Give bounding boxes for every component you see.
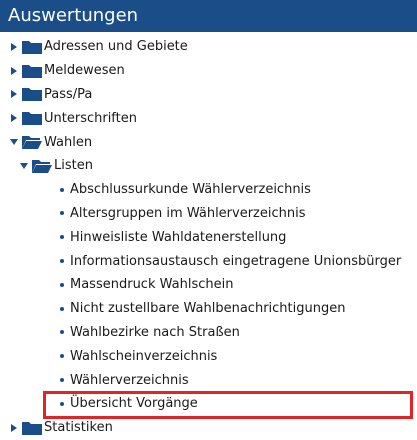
report-link-uebersicht-vorgaenge[interactable]: Übersicht Vorgänge (0, 392, 417, 416)
folder-closed-icon (22, 421, 42, 435)
report-link-label: Wahlscheinverzeichnis (70, 348, 218, 364)
report-link-label: Abschlussurkunde Wählerverzeichnis (70, 182, 311, 198)
caret-right-icon[interactable] (10, 90, 18, 99)
bullet-icon (60, 235, 64, 240)
tree-node-unterschriften[interactable]: Unterschriften (0, 106, 417, 130)
report-link-massendruck[interactable]: Massendruck Wahlschein (0, 273, 417, 297)
bullet-icon (60, 187, 64, 192)
bullet-icon (60, 330, 64, 335)
tree-node-label: Meldewesen (44, 63, 125, 79)
report-link-abschlussurkunde[interactable]: Abschlussurkunde Wählerverzeichnis (0, 178, 417, 202)
report-link-label: Nicht zustellbare Wahlbenachrichtigungen (70, 301, 346, 317)
report-link-altersgruppen[interactable]: Altersgruppen im Wählerverzeichnis (0, 202, 417, 226)
tree-node-meldewesen[interactable]: Meldewesen (0, 59, 417, 83)
report-link-label: Massendruck Wahlschein (70, 277, 234, 293)
bullet-icon (60, 306, 64, 311)
tree-node-label: Pass/Pa (44, 86, 93, 102)
caret-down-icon[interactable] (20, 162, 28, 170)
report-link-wahlbezirke[interactable]: Wahlbezirke nach Straßen (0, 321, 417, 345)
folder-closed-icon (22, 87, 42, 102)
report-link-label: Übersicht Vorgänge (70, 396, 198, 412)
report-link-label: Informationsaustausch eingetragene Union… (70, 253, 402, 269)
report-link-label: Wahlbezirke nach Straßen (70, 324, 240, 340)
tree-node-pass[interactable]: Pass/Pa (0, 83, 417, 107)
bullet-icon (60, 282, 64, 287)
bullet-icon (60, 401, 64, 406)
tree-node-adressen[interactable]: Adressen und Gebiete (0, 35, 417, 59)
report-link-nicht-zustellbare[interactable]: Nicht zustellbare Wahlbenachrichtigungen (0, 297, 417, 321)
tree-node-label: Wahlen (44, 134, 93, 150)
tree-node-label: Adressen und Gebiete (44, 39, 188, 55)
report-link-wahlscheinverzeichnis[interactable]: Wahlscheinverzeichnis (0, 344, 417, 368)
bullet-icon (60, 259, 64, 264)
bullet-icon (60, 211, 64, 216)
report-link-hinweisliste[interactable]: Hinweisliste Wahldatenerstellung (0, 225, 417, 249)
caret-right-icon[interactable] (10, 66, 18, 75)
caret-right-icon[interactable] (10, 423, 18, 432)
tree-node-label: Listen (54, 158, 93, 174)
tree-node-listen[interactable]: Listen (0, 154, 417, 178)
folder-open-icon (32, 159, 52, 173)
folder-closed-icon (22, 111, 42, 126)
caret-right-icon[interactable] (10, 114, 18, 123)
report-link-label: Hinweisliste Wahldatenerstellung (70, 229, 287, 245)
report-link-label: Wählerverzeichnis (70, 372, 189, 388)
panel-header: Auswertungen (0, 0, 417, 32)
folder-open-icon (22, 135, 42, 150)
tree-node-wahlen[interactable]: Wahlen (0, 130, 417, 154)
report-link-informationsaustausch[interactable]: Informationsaustausch eingetragene Union… (0, 249, 417, 273)
bullet-icon (60, 378, 64, 383)
tree-node-label: Statistiken (44, 420, 113, 436)
report-link-label: Altersgruppen im Wählerverzeichnis (70, 205, 306, 221)
report-link-waehlerverzeichnis[interactable]: Wählerverzeichnis (0, 368, 417, 392)
report-tree: Adressen und Gebiete Meldewesen Pass/Pa … (0, 35, 417, 440)
caret-down-icon[interactable] (10, 138, 18, 146)
tree-node-label: Unterschriften (44, 110, 137, 126)
folder-closed-icon (22, 40, 42, 54)
folder-closed-icon (22, 64, 42, 78)
bullet-icon (60, 354, 64, 359)
panel-title: Auswertungen (8, 5, 139, 26)
caret-right-icon[interactable] (10, 42, 18, 51)
